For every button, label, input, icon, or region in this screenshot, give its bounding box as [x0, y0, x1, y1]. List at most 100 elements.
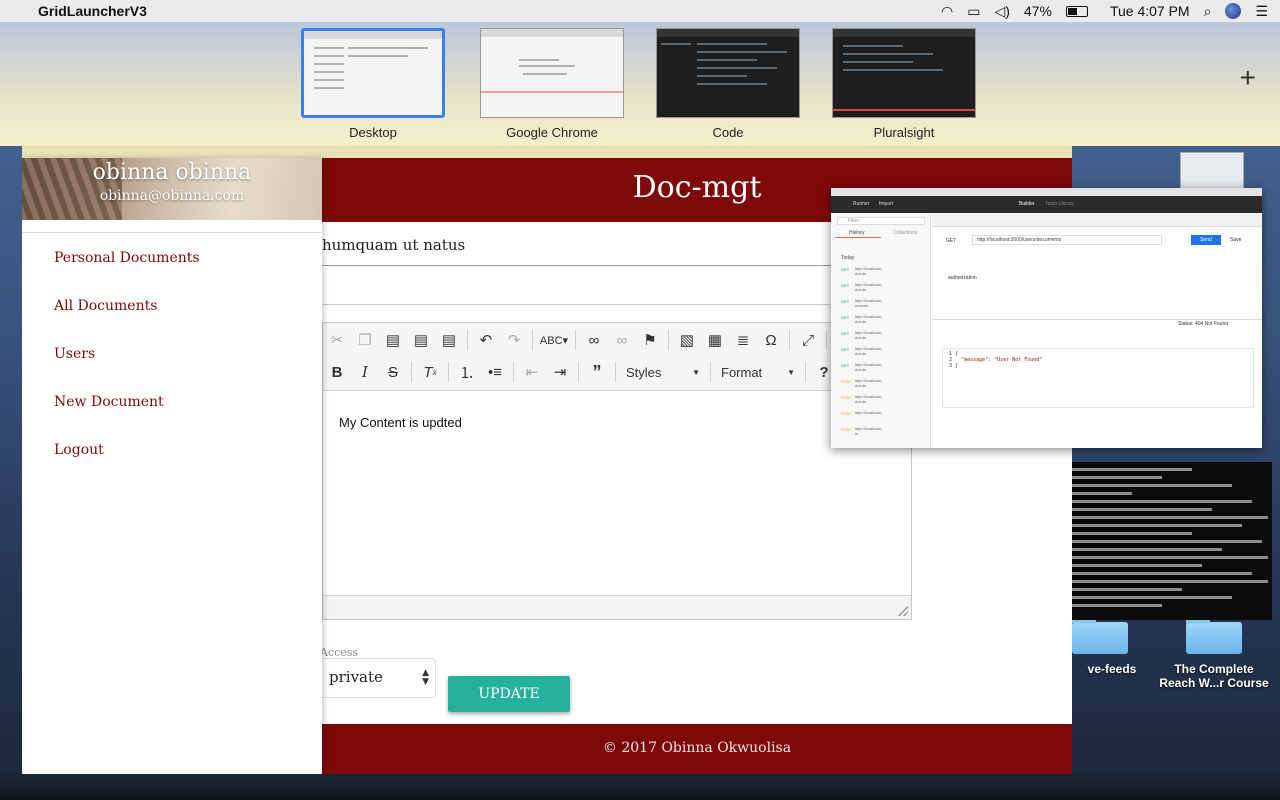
- space-pluralsight[interactable]: Pluralsight: [832, 28, 976, 140]
- copy-icon[interactable]: ❐: [351, 327, 379, 353]
- toolbar-separator: [411, 362, 412, 382]
- postman-window[interactable]: Runner Import Builder Team Library Filte…: [831, 188, 1262, 448]
- history-item[interactable]: GET http://localhost: ments: [841, 361, 927, 375]
- paste-word-icon[interactable]: ▤: [435, 327, 463, 353]
- indent-icon[interactable]: ⇥: [546, 359, 574, 385]
- desktop-folder-label[interactable]: The Complete Reach W...r Course: [1150, 662, 1278, 690]
- postman-filter-input[interactable]: Filter: [837, 217, 925, 225]
- sidebar-item-personal-documents[interactable]: Personal Documents: [54, 250, 200, 266]
- toolbar-separator: [578, 362, 579, 382]
- postman-import-tab[interactable]: Import: [879, 201, 893, 207]
- document-title-input[interactable]: humquam ut natus: [322, 230, 912, 266]
- unlink-icon[interactable]: ∞: [608, 327, 636, 353]
- space-thumbnail: [832, 28, 976, 118]
- select-caret-icon: ▲ ▼: [422, 668, 429, 687]
- postman-today-label: Today: [841, 255, 855, 261]
- method-select[interactable]: GET: [946, 238, 956, 244]
- header-key-field[interactable]: authorization: [948, 275, 977, 281]
- siri-icon[interactable]: [1225, 3, 1242, 19]
- history-item[interactable]: GET http://localhost: uments: [841, 297, 927, 311]
- rich-text-editor[interactable]: ✂ ❐ ▤ ▤ ▤ ↶ ↷ ABC▾ ∞ ∞ ⚑ ▧ ▦ ≣ Ω ⤢ B I S…: [322, 322, 912, 620]
- desktop-folder-icon[interactable]: [1186, 617, 1242, 654]
- response-status: Status: 404 Not Found: [1178, 321, 1229, 327]
- resize-grip-icon[interactable]: [898, 606, 908, 616]
- format-dropdown[interactable]: Format ▼: [715, 360, 801, 384]
- styles-dropdown[interactable]: Styles ▼: [620, 360, 706, 384]
- desktop-folder-label-line: The Complete: [1174, 662, 1254, 676]
- airplay-icon[interactable]: ▭: [967, 3, 980, 20]
- link-icon[interactable]: ∞: [580, 327, 608, 353]
- history-item[interactable]: POST http://localhost: ts: [841, 425, 927, 439]
- editor-status-bar: [323, 595, 911, 619]
- special-char-icon[interactable]: Ω: [757, 327, 785, 353]
- strikethrough-icon[interactable]: S: [379, 359, 407, 385]
- bold-icon[interactable]: B: [323, 359, 351, 385]
- toolbar-separator: [615, 362, 616, 382]
- italic-icon[interactable]: I: [351, 359, 379, 385]
- undo-icon[interactable]: ↶: [472, 327, 500, 353]
- response-message: "message": "User Not Found": [961, 357, 1043, 363]
- history-item[interactable]: GET http://localhost: ments: [841, 313, 927, 327]
- sidebar-item-new-document[interactable]: New Document: [54, 394, 164, 410]
- wifi-icon[interactable]: ◠: [941, 3, 953, 20]
- mission-control-spaces-bar: Desktop Google Chrome Code Pluralsight +: [0, 22, 1280, 146]
- history-item[interactable]: GET http://localhost: ments: [841, 281, 927, 295]
- postman-team-library-tab[interactable]: Team Library: [1045, 201, 1074, 207]
- paste-text-icon[interactable]: ▤: [407, 327, 435, 353]
- cut-icon[interactable]: ✂: [323, 327, 351, 353]
- paste-icon[interactable]: ▤: [379, 327, 407, 353]
- numbered-list-icon[interactable]: ⒈: [453, 359, 481, 385]
- sidebar-item-logout[interactable]: Logout: [54, 442, 104, 458]
- styles-dropdown-label: Styles: [626, 364, 662, 380]
- space-thumbnail: [301, 28, 445, 118]
- spellcheck-icon[interactable]: ABC▾: [537, 327, 571, 353]
- history-item[interactable]: POST http://localhost: ments: [841, 377, 927, 391]
- maximize-icon[interactable]: ⤢: [794, 327, 822, 353]
- access-select[interactable]: private ▲ ▼: [318, 658, 436, 698]
- postman-collections-tab[interactable]: Collections: [893, 230, 917, 236]
- history-item[interactable]: GET http://localhost: ments: [841, 345, 927, 359]
- battery-percent[interactable]: 47%: [1024, 3, 1052, 19]
- history-item[interactable]: GET http://localhost: ments: [841, 329, 927, 343]
- volume-icon[interactable]: ◁): [994, 3, 1009, 20]
- postman-titlebar: [831, 188, 1262, 196]
- outdent-icon[interactable]: ⇤: [518, 359, 546, 385]
- bulleted-list-icon[interactable]: •≡: [481, 359, 509, 385]
- desktop-folder-label[interactable]: ve-feeds: [1062, 662, 1162, 676]
- anchor-flag-icon[interactable]: ⚑: [636, 327, 664, 353]
- blockquote-icon[interactable]: ”: [583, 359, 611, 385]
- space-code[interactable]: Code: [656, 28, 800, 140]
- menu-clock[interactable]: Tue 4:07 PM: [1110, 3, 1190, 19]
- spotlight-search-icon[interactable]: ⌕: [1204, 3, 1212, 20]
- history-item[interactable]: POST http://localhost: ments: [841, 393, 927, 407]
- terminal-window[interactable]: [1070, 462, 1272, 620]
- toolbar-separator: [467, 330, 468, 350]
- sidebar-item-all-documents[interactable]: All Documents: [54, 298, 157, 314]
- desktop-folder-icon[interactable]: [1072, 617, 1128, 654]
- postman-history-tab[interactable]: History: [849, 230, 865, 236]
- editor-content[interactable]: My Content is updted: [339, 415, 462, 430]
- history-item[interactable]: POST http://localhost:: [841, 409, 927, 423]
- send-button[interactable]: Send: [1191, 235, 1221, 245]
- sidebar-item-users[interactable]: Users: [54, 346, 95, 362]
- history-item[interactable]: GET http://localhost: ments: [841, 265, 927, 279]
- space-desktop[interactable]: Desktop: [301, 28, 445, 140]
- image-icon[interactable]: ▧: [673, 327, 701, 353]
- remove-format-icon[interactable]: Tx: [416, 359, 444, 385]
- battery-icon[interactable]: [1065, 5, 1088, 17]
- toolbar-separator: [575, 330, 576, 350]
- redo-icon[interactable]: ↷: [500, 327, 528, 353]
- space-label: Google Chrome: [506, 125, 598, 140]
- space-google-chrome[interactable]: Google Chrome: [480, 28, 624, 140]
- postman-builder-tab[interactable]: Builder: [1019, 201, 1035, 207]
- menu-app-name[interactable]: GridLauncherV3: [38, 3, 147, 19]
- update-button[interactable]: UPDATE: [448, 676, 570, 712]
- save-request-button[interactable]: Save: [1230, 237, 1241, 243]
- add-space-button[interactable]: +: [1240, 62, 1256, 94]
- table-icon[interactable]: ▦: [701, 327, 729, 353]
- request-url-input[interactable]: http://localhost:3000/users/documents: [972, 235, 1162, 245]
- postman-runner-tab[interactable]: Runner: [853, 201, 869, 207]
- notification-center-icon[interactable]: ☰: [1255, 3, 1268, 20]
- horizontal-line-icon[interactable]: ≣: [729, 327, 757, 353]
- desktop-screenshot-icon[interactable]: [1180, 152, 1244, 192]
